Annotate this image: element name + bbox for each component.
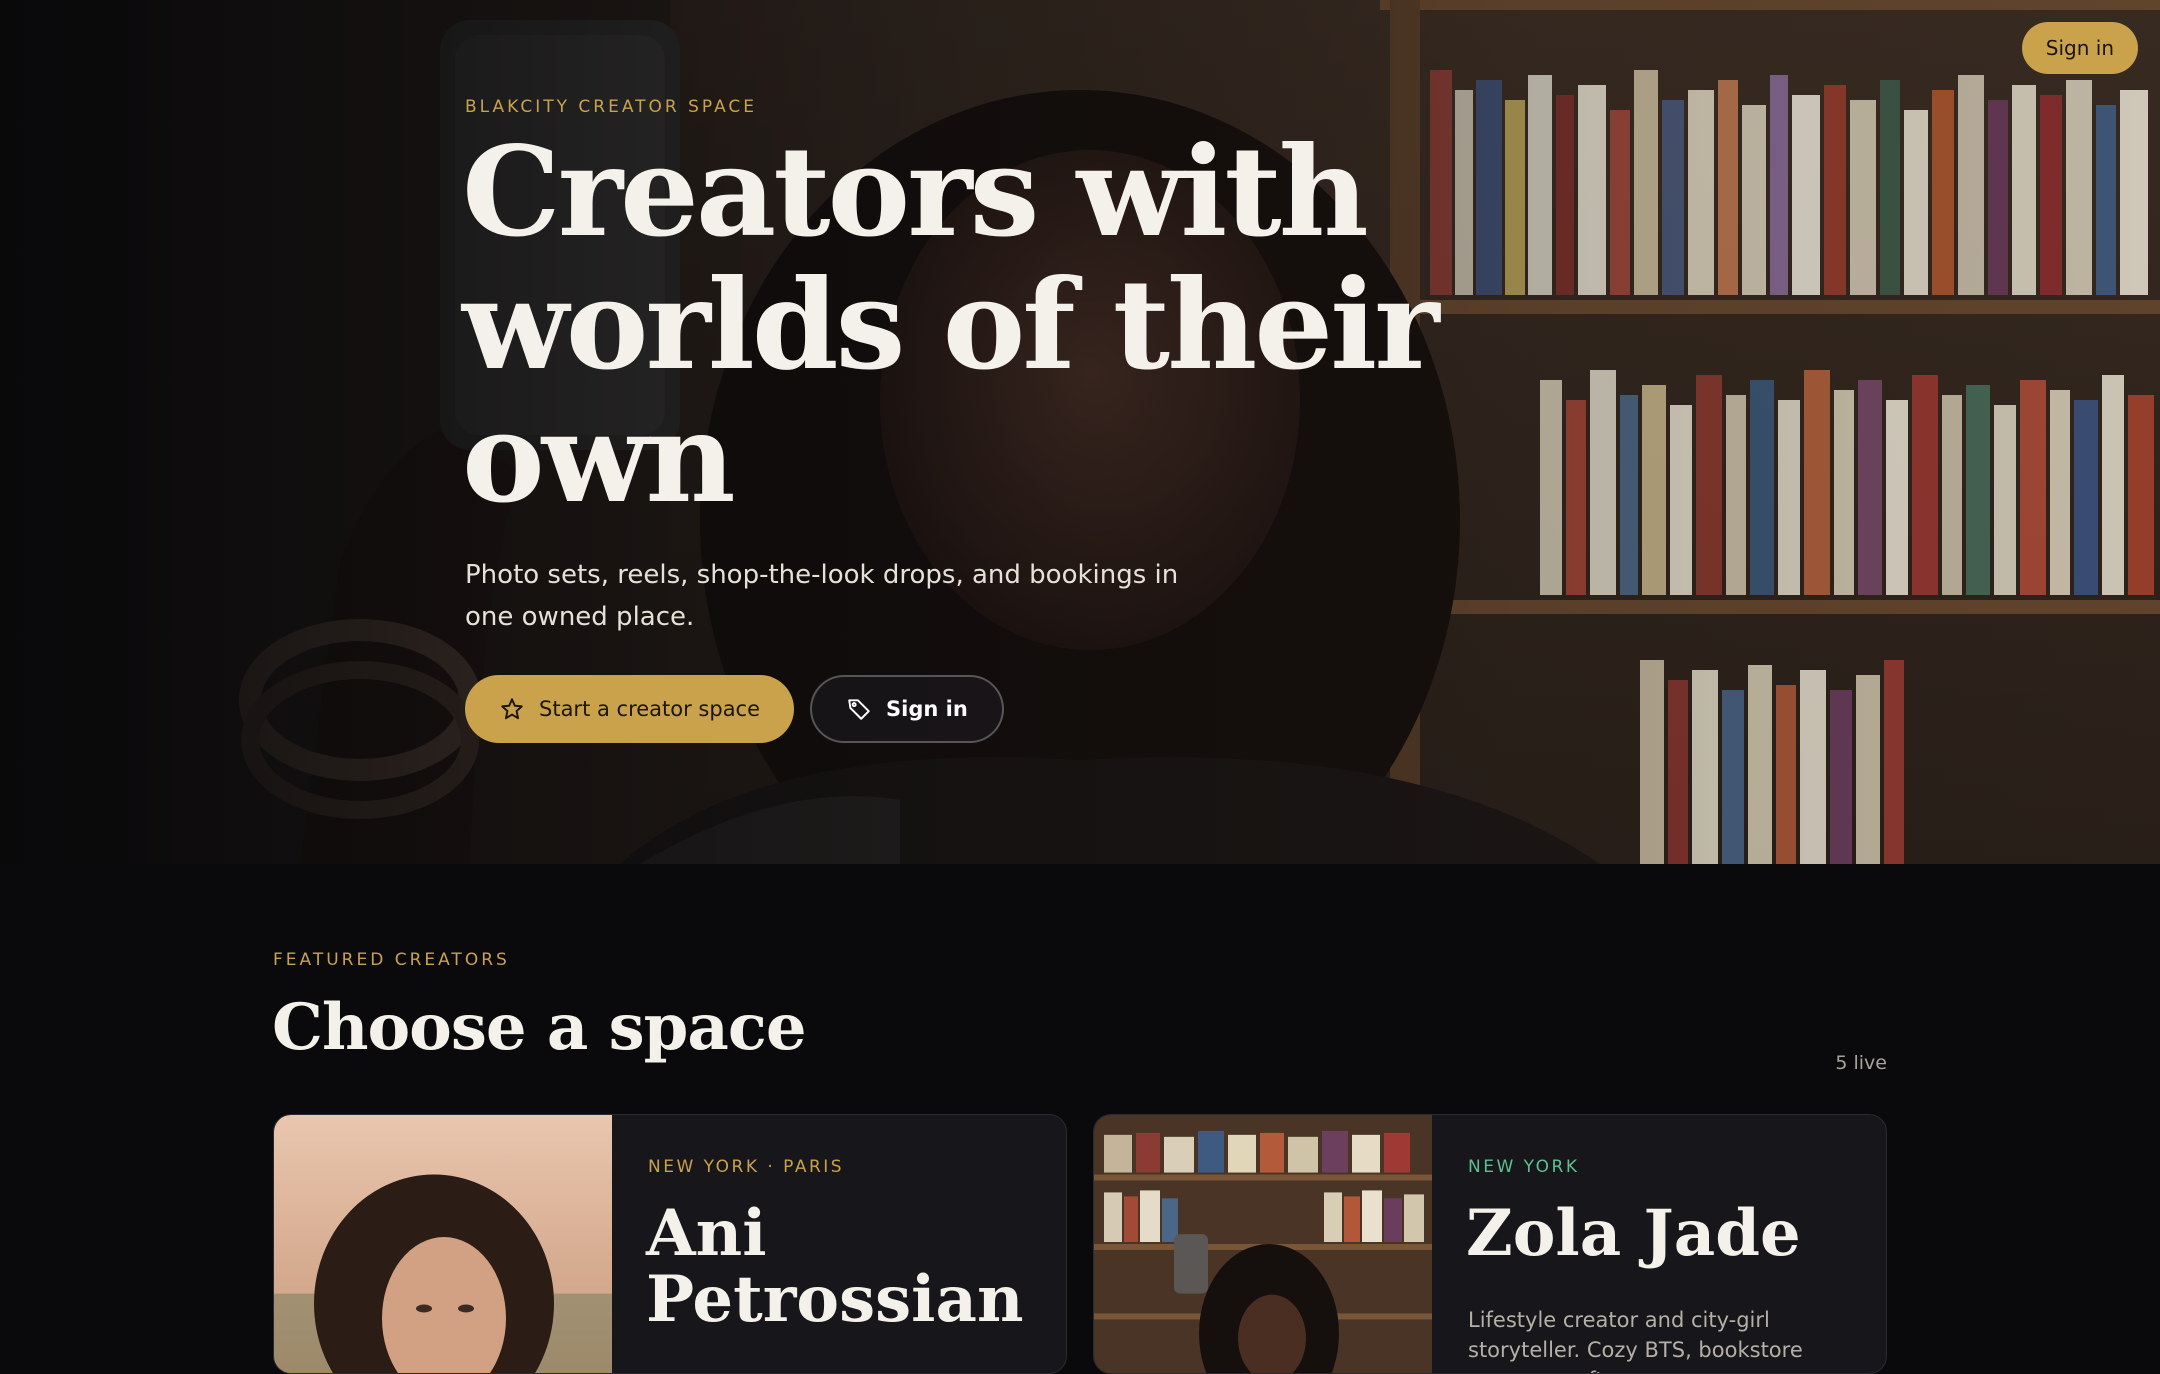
featured-eyebrow: FEATURED CREATORS: [273, 950, 510, 970]
hero-subtitle: Photo sets, reels, shop-the-look drops, …: [465, 560, 1179, 632]
star-icon: [501, 698, 523, 720]
creator-location: NEW YORK · PARIS: [648, 1157, 845, 1177]
live-count: 5 live: [1835, 1052, 1887, 1074]
header-signin-button[interactable]: Sign in: [2021, 22, 2138, 74]
start-creator-space-label: Start a creator space: [539, 697, 761, 721]
hero-title: Creators with worlds of their own: [462, 120, 1440, 531]
featured-title: Choose a space: [272, 990, 807, 1065]
hero-signin-button[interactable]: Sign in: [810, 675, 1004, 743]
creator-name: Ani Petrossian: [646, 1196, 1024, 1337]
creator-card[interactable]: NEW YORK Zola Jade Lifestyle creator and…: [1093, 1114, 1887, 1374]
creator-location: NEW YORK: [1468, 1157, 1580, 1177]
hero-signin-label: Sign in: [886, 697, 968, 721]
creator-card[interactable]: NEW YORK · PARIS Ani Petrossian: [273, 1114, 1067, 1374]
hero-eyebrow: BLAKCITY CREATOR SPACE: [465, 97, 758, 117]
hero-cta-row: Start a creator space Sign in: [465, 675, 1004, 743]
tag-icon: [848, 699, 870, 720]
creator-name: Zola Jade: [1466, 1196, 1801, 1271]
creator-description: Lifestyle creator and city-girl storytel…: [1468, 1308, 1803, 1373]
start-creator-space-button[interactable]: Start a creator space: [465, 675, 795, 743]
creator-photo: [1094, 1115, 1432, 1373]
hero-section: Sign in BLAKCITY CREATOR SPACE Creators …: [0, 0, 2160, 864]
creator-photo: [274, 1115, 612, 1373]
